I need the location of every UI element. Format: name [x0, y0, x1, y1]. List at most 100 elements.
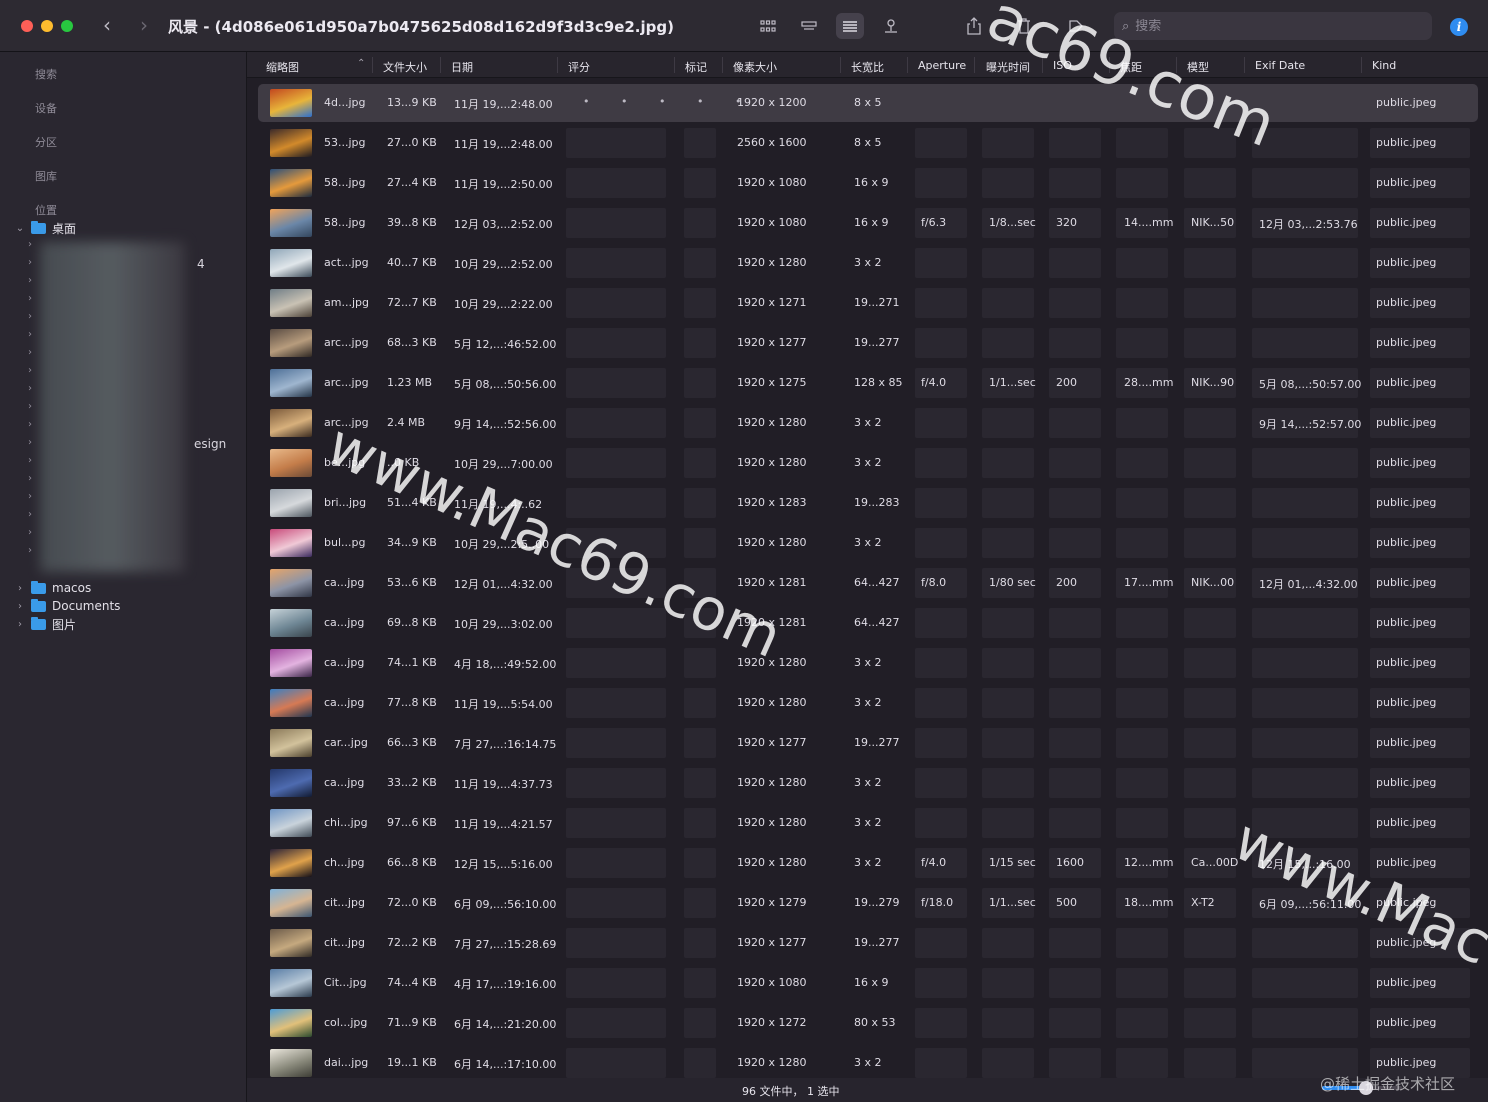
- table-row[interactable]: ca...jpg 74...1 KB 4月 18,...:49:52.00 1920 …: [247, 643, 1488, 683]
- column-separator[interactable]: [674, 57, 675, 73]
- slider-knob[interactable]: [1359, 1081, 1373, 1095]
- sidebar-section-library[interactable]: 图库: [35, 168, 57, 184]
- thumbnail-size-slider[interactable]: [1322, 1081, 1402, 1095]
- icon-view-button[interactable]: [754, 13, 782, 39]
- table-row[interactable]: chi...jpg 97...6 KB 11月 19,...4:21.57 1920 …: [247, 803, 1488, 843]
- table-row[interactable]: be...jpg ..0 KB 10月 29,...7:00.00 1920 x 12…: [247, 443, 1488, 483]
- column-separator[interactable]: [1244, 57, 1245, 73]
- table-row[interactable]: arc...jpg 1.23 MB 5月 08,...:50:56.00 1920 x…: [247, 363, 1488, 403]
- table-row[interactable]: 58...jpg 27...4 KB 11月 19,...2:50.00 1920 x…: [247, 163, 1488, 203]
- sidebar-item-desktop[interactable]: ⌄ 桌面: [0, 219, 76, 237]
- trash-button[interactable]: [1010, 13, 1038, 39]
- column-header-aperture[interactable]: Aperture: [918, 59, 966, 72]
- column-separator[interactable]: [1109, 57, 1110, 73]
- chevron-right-icon[interactable]: ›: [28, 437, 32, 448]
- table-row[interactable]: 4d...jpg 13...9 KB 11月 19,...2:48.00 1920 x…: [247, 83, 1488, 123]
- column-separator[interactable]: [1176, 57, 1177, 73]
- zoom-window-button[interactable]: [61, 20, 73, 32]
- column-header-model[interactable]: 模型: [1187, 59, 1209, 75]
- table-row[interactable]: ca...jpg 69...8 KB 10月 29,...3:02.00 1920 x…: [247, 603, 1488, 643]
- cover-flow-button[interactable]: [877, 13, 905, 39]
- table-row[interactable]: cit...jpg 72...2 KB 7月 27,...:15:28.69 1920…: [247, 923, 1488, 963]
- column-header-ratio[interactable]: 长宽比: [851, 59, 884, 75]
- chevron-right-icon[interactable]: ›: [13, 619, 27, 630]
- search-field[interactable]: ⌕: [1114, 12, 1432, 40]
- table-row[interactable]: car...jpg 66...3 KB 7月 27,...:16:14.75 1920…: [247, 723, 1488, 763]
- chevron-right-icon[interactable]: ›: [28, 527, 32, 538]
- column-header-kind[interactable]: Kind: [1372, 59, 1396, 72]
- column-separator[interactable]: [722, 57, 723, 73]
- table-row[interactable]: bul...pg 34...9 KB 10月 29,...2:5..00 1920 x…: [247, 523, 1488, 563]
- column-separator[interactable]: [440, 57, 441, 73]
- chevron-right-icon[interactable]: ›: [28, 257, 32, 268]
- sidebar-section-search[interactable]: 搜索: [35, 66, 57, 82]
- sidebar-item-pictures[interactable]: › 图片: [0, 615, 76, 633]
- share-button[interactable]: [960, 13, 988, 39]
- chevron-down-icon[interactable]: ⌄: [13, 223, 27, 234]
- table-row[interactable]: ca...jpg 53...6 KB 12月 01,...4:32.00 1920 x…: [247, 563, 1488, 603]
- column-separator[interactable]: [372, 57, 373, 73]
- column-separator[interactable]: [840, 57, 841, 73]
- rating-dots[interactable]: • • • • •: [583, 95, 755, 108]
- table-row[interactable]: arc...jpg 68...3 KB 5月 12,...:46:52.00 1920…: [247, 323, 1488, 363]
- table-row[interactable]: Cit...jpg 74...4 KB 4月 17,...:19:16.00 1920…: [247, 963, 1488, 1003]
- chevron-right-icon[interactable]: ›: [28, 455, 32, 466]
- chevron-right-icon[interactable]: ›: [28, 365, 32, 376]
- sidebar-section-partitions[interactable]: 分区: [35, 134, 57, 150]
- sidebar-item-macos[interactable]: › macos: [0, 579, 91, 597]
- column-separator[interactable]: [1361, 57, 1362, 73]
- column-header-exif[interactable]: Exif Date: [1255, 59, 1305, 72]
- chevron-right-icon[interactable]: ›: [28, 473, 32, 484]
- info-icon[interactable]: i: [1450, 18, 1468, 36]
- table-row[interactable]: bri...jpg 51...4 KB 11月 19,...4:..62 1920 x…: [247, 483, 1488, 523]
- list-view-button[interactable]: [836, 13, 864, 39]
- search-input[interactable]: [1135, 18, 1406, 34]
- chevron-right-icon[interactable]: ›: [28, 329, 32, 340]
- chevron-right-icon[interactable]: ›: [28, 275, 32, 286]
- column-separator[interactable]: [907, 57, 908, 73]
- chevron-right-icon[interactable]: ›: [28, 383, 32, 394]
- chevron-right-icon[interactable]: ›: [28, 239, 32, 250]
- chevron-right-icon[interactable]: ›: [13, 601, 27, 612]
- table-row[interactable]: dai...jpg 19...1 KB 6月 14,...:17:10.00 1920…: [247, 1043, 1488, 1083]
- column-header-tag[interactable]: 标记: [685, 59, 707, 75]
- column-separator[interactable]: [557, 57, 558, 73]
- column-header-exposure[interactable]: 曝光时间: [986, 59, 1030, 75]
- column-header-focal[interactable]: 焦距: [1120, 59, 1142, 75]
- sort-ascending-icon[interactable]: ⌃: [357, 58, 365, 69]
- column-header-rating[interactable]: 评分: [568, 59, 590, 75]
- forward-chevron-icon[interactable]: ›: [133, 14, 155, 38]
- table-row[interactable]: 58...jpg 39...8 KB 12月 03,...2:52.00 1920 x…: [247, 203, 1488, 243]
- back-chevron-icon[interactable]: ‹: [96, 14, 118, 38]
- table-row[interactable]: col...jpg 71...9 KB 6月 14,...:21:20.00 1920…: [247, 1003, 1488, 1043]
- table-row[interactable]: act...jpg 40...7 KB 10月 29,...2:52.00 1920 …: [247, 243, 1488, 283]
- table-row[interactable]: ca...jpg 33...2 KB 11月 19,...4:37.73 1920 x…: [247, 763, 1488, 803]
- chevron-right-icon[interactable]: ›: [28, 509, 32, 520]
- column-header-pixels[interactable]: 像素大小: [733, 59, 777, 75]
- chevron-right-icon[interactable]: ›: [28, 419, 32, 430]
- tag-button[interactable]: [1062, 13, 1090, 39]
- sidebar-section-locations[interactable]: 位置: [35, 202, 57, 218]
- table-row[interactable]: cit...jpg 72...0 KB 6月 09,...:56:10.00 1920…: [247, 883, 1488, 923]
- column-header-thumb[interactable]: 缩略图: [266, 59, 299, 75]
- sidebar-item-documents[interactable]: › Documents: [0, 597, 120, 615]
- column-header-size[interactable]: 文件大小: [383, 59, 427, 75]
- chevron-right-icon[interactable]: ›: [28, 401, 32, 412]
- table-row[interactable]: arc...jpg 2.4 MB 9月 14,...:52:56.00 1920 x …: [247, 403, 1488, 443]
- chevron-right-icon[interactable]: ›: [28, 545, 32, 556]
- chevron-right-icon[interactable]: ›: [28, 347, 32, 358]
- column-header-iso[interactable]: ISO: [1053, 59, 1072, 72]
- close-window-button[interactable]: [21, 20, 33, 32]
- chevron-right-icon[interactable]: ›: [28, 491, 32, 502]
- table-row[interactable]: 53...jpg 27...0 KB 11月 19,...2:48.00 2560 x…: [247, 123, 1488, 163]
- column-separator[interactable]: [1042, 57, 1043, 73]
- column-separator[interactable]: [974, 57, 975, 73]
- minimize-window-button[interactable]: [41, 20, 53, 32]
- chevron-right-icon[interactable]: ›: [28, 311, 32, 322]
- table-row[interactable]: ch...jpg 66...8 KB 12月 15,...5:16.00 1920 x…: [247, 843, 1488, 883]
- sidebar-section-devices[interactable]: 设备: [35, 100, 57, 116]
- chevron-right-icon[interactable]: ›: [13, 583, 27, 594]
- column-header-date[interactable]: 日期: [451, 59, 473, 75]
- table-row[interactable]: am...jpg 72...7 KB 10月 29,...2:22.00 1920 x…: [247, 283, 1488, 323]
- table-row[interactable]: ca...jpg 77...8 KB 11月 19,...5:54.00 1920 x…: [247, 683, 1488, 723]
